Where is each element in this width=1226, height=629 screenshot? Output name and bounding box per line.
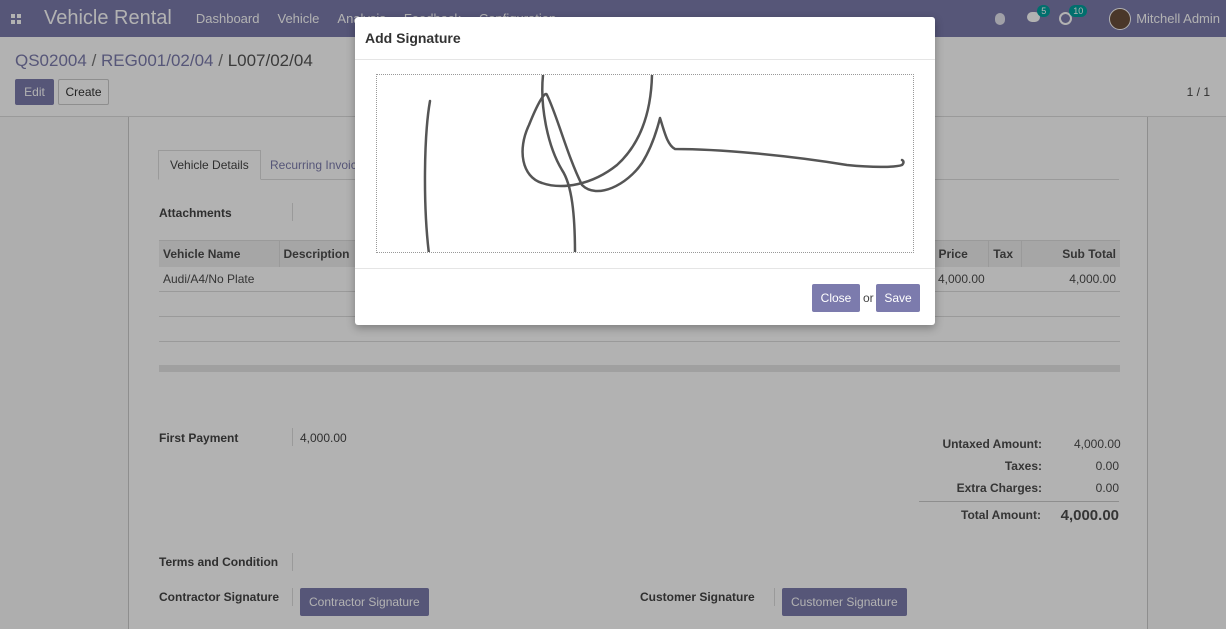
or-text: or xyxy=(863,291,874,305)
signature-drawing xyxy=(423,75,905,252)
add-signature-dialog: Add Signature Close or Save xyxy=(355,17,935,325)
close-button[interactable]: Close xyxy=(812,284,860,312)
modal-footer: Close or Save xyxy=(355,268,935,325)
modal-header: Add Signature xyxy=(355,17,935,60)
save-button[interactable]: Save xyxy=(876,284,920,312)
signature-pad[interactable] xyxy=(376,74,914,253)
modal-title: Add Signature xyxy=(365,30,461,46)
